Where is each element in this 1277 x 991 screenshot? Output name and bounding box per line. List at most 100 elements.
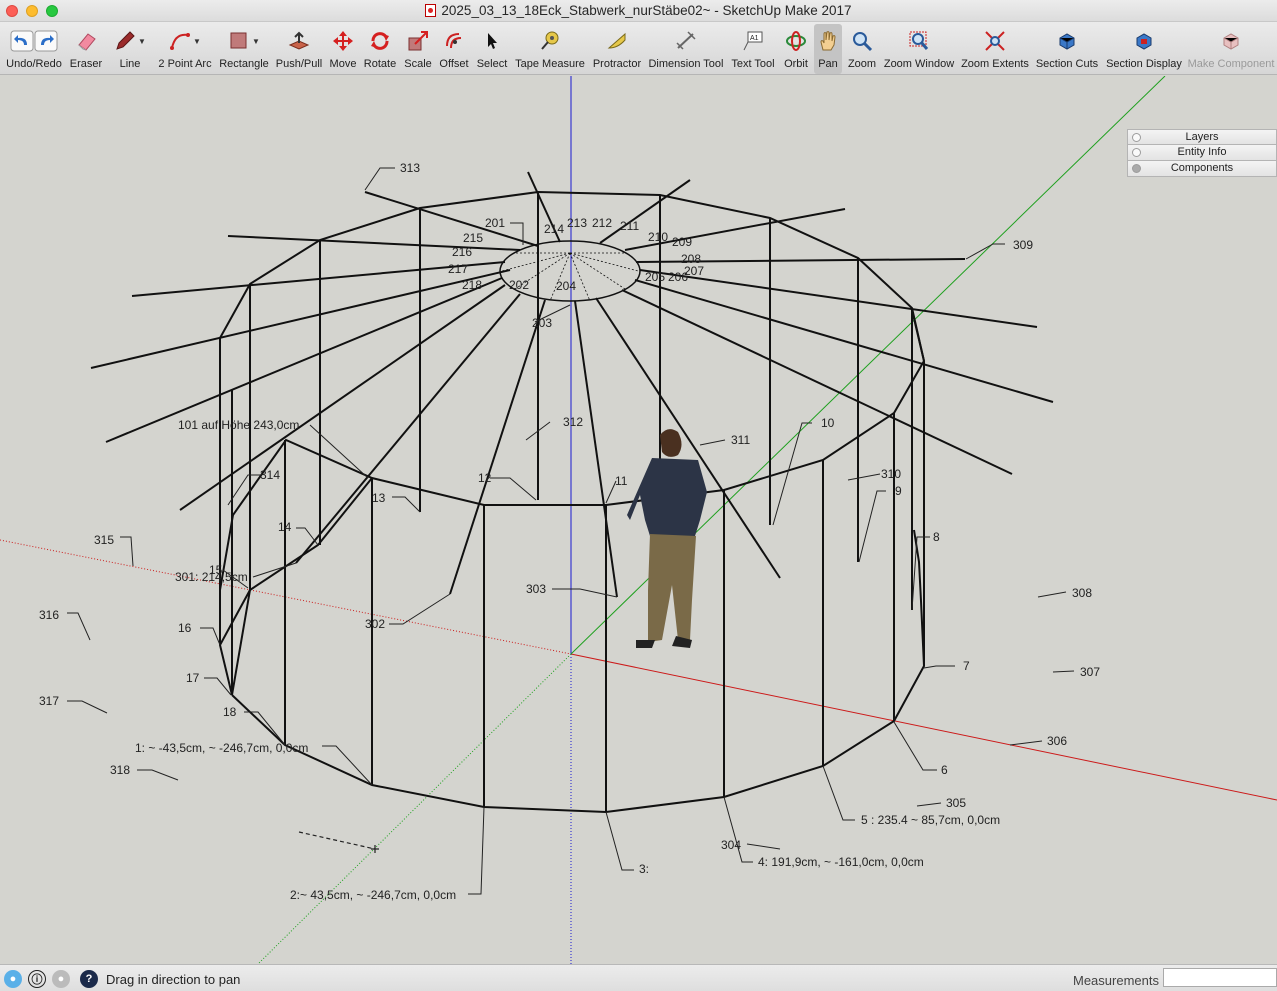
orbit-button[interactable]: Orbit	[780, 24, 812, 74]
label-18: 18	[223, 705, 237, 719]
rectangle-button[interactable]: ▼ Rectangle	[218, 24, 270, 74]
label-10: 10	[821, 416, 835, 430]
label-311: 311	[731, 433, 750, 447]
move-button[interactable]: Move	[327, 24, 359, 74]
hand-pan-icon	[820, 31, 836, 51]
label-316: 316	[39, 608, 59, 622]
label-215: 215	[463, 231, 483, 245]
label-306: 306	[1047, 734, 1067, 748]
make-component-icon	[1223, 33, 1239, 50]
tray-toggle-icon[interactable]	[1132, 133, 1141, 142]
label-101: 101 auf Höhe 243,0cm	[178, 418, 299, 432]
measurements-input[interactable]	[1163, 968, 1277, 987]
two-point-arc-button[interactable]: ▼ 2 Point Arc	[156, 24, 214, 74]
scale-figure-person[interactable]	[627, 429, 707, 648]
model-labels: 313 201 213 212 211 214 215 210 209 216 …	[39, 161, 1100, 902]
svg-text:A1: A1	[750, 35, 759, 42]
zoom-window-button[interactable]: Zoom Window	[882, 24, 956, 74]
dimension-tool-button[interactable]: Dimension Tool	[648, 24, 724, 74]
label-212: 212	[592, 216, 612, 230]
label-307: 307	[1080, 665, 1100, 679]
label-2: 2:~ 43,5cm, ~ -246,7cm, 0,0cm	[290, 888, 456, 902]
label-4: 4: 191,9cm, ~ -161,0cm, 0,0cm	[758, 855, 924, 869]
label-203: 203	[532, 316, 552, 330]
undo-redo-button[interactable]: Undo/Redo	[6, 24, 62, 74]
geo-location-icon[interactable]: ●	[4, 970, 22, 988]
label-312: 312	[563, 415, 583, 429]
eraser-icon	[78, 33, 96, 51]
label-310: 310	[881, 467, 901, 481]
label-7: 7	[963, 659, 970, 673]
tray-components[interactable]: Components	[1127, 161, 1277, 177]
text-callout-icon: A1	[743, 31, 763, 51]
label-1: 1: ~ -43,5cm, ~ -246,7cm, 0,0cm	[135, 741, 308, 755]
zoom-window-icon	[909, 31, 929, 50]
select-button[interactable]: Select	[475, 24, 509, 74]
sketchup-window: 2025_03_13_18Eck_Stabwerk_nurStäbe02~ - …	[0, 0, 1277, 991]
zoom-extents-button[interactable]: Zoom Extents	[960, 24, 1030, 74]
label-12: 12	[478, 471, 492, 485]
model-canvas[interactable]: 313 201 213 212 211 214 215 210 209 216 …	[0, 76, 1277, 964]
label-302: 302	[365, 617, 385, 631]
pan-button[interactable]: Pan	[814, 24, 842, 74]
orbit-icon	[786, 31, 806, 51]
scale-button[interactable]: Scale	[401, 24, 435, 74]
chevron-down-icon[interactable]: ▼	[138, 37, 146, 46]
zoom-extents-icon	[985, 31, 1005, 51]
tray-toggle-icon[interactable]	[1132, 164, 1141, 173]
default-tray: Layers Entity Info Components	[1127, 129, 1277, 177]
title-bar: 2025_03_13_18Eck_Stabwerk_nurStäbe02~ - …	[0, 0, 1277, 22]
zoom-button[interactable]: Zoom	[846, 24, 878, 74]
label-216: 216	[452, 245, 472, 259]
chevron-down-icon[interactable]: ▼	[193, 37, 201, 46]
label-211: 211	[620, 219, 639, 233]
eraser-button[interactable]: Eraser	[68, 24, 104, 74]
section-cuts-icon	[1059, 33, 1075, 50]
rotate-icon	[371, 32, 389, 50]
label-315: 315	[94, 533, 114, 547]
tape-measure-button[interactable]: Tape Measure	[514, 24, 586, 74]
label-205: 205	[645, 270, 665, 284]
move-icon	[333, 31, 353, 51]
label-303: 303	[526, 582, 546, 596]
arc-icon	[170, 33, 191, 50]
label-301: 301: 214,5cm	[175, 570, 248, 584]
label-14: 14	[278, 520, 292, 534]
tray-toggle-icon[interactable]	[1132, 148, 1141, 157]
protractor-button[interactable]: Protractor	[590, 24, 644, 74]
label-16: 16	[178, 621, 192, 635]
label-11: 11	[615, 474, 628, 488]
push-pull-icon	[288, 31, 310, 50]
label-213: 213	[567, 216, 587, 230]
label-308: 308	[1072, 586, 1092, 600]
chevron-down-icon[interactable]: ▼	[252, 37, 260, 46]
label-218: 218	[462, 278, 482, 292]
credits-icon[interactable]: ⓘ	[28, 970, 46, 988]
user-account-icon[interactable]: ●	[52, 970, 70, 988]
label-313: 313	[400, 161, 420, 175]
label-204: 204	[556, 279, 576, 293]
line-button[interactable]: ▼ Line	[112, 24, 148, 74]
section-display-button[interactable]: Section Display	[1104, 24, 1184, 74]
make-component-button[interactable]: Make Component	[1188, 24, 1274, 74]
label-317: 317	[39, 694, 59, 708]
label-305: 305	[946, 796, 966, 810]
tray-layers[interactable]: Layers	[1127, 129, 1277, 145]
rotate-button[interactable]: Rotate	[362, 24, 398, 74]
tray-entity-info[interactable]: Entity Info	[1127, 145, 1277, 161]
red-axis	[570, 653, 1277, 801]
text-tool-button[interactable]: A1 Text Tool	[730, 24, 776, 74]
model-viewport[interactable]: 313 201 213 212 211 214 215 210 209 216 …	[0, 76, 1277, 964]
cursor-crosshair-icon	[371, 845, 379, 853]
section-cuts-button[interactable]: Section Cuts	[1034, 24, 1100, 74]
undo-redo-icon	[10, 30, 58, 52]
offset-icon	[446, 33, 462, 49]
arrow-cursor-icon	[488, 33, 497, 49]
label-202: 202	[509, 278, 529, 292]
pencil-icon	[116, 31, 135, 50]
push-pull-button[interactable]: Push/Pull	[276, 24, 322, 74]
offset-button[interactable]: Offset	[436, 24, 472, 74]
instructor-help-icon[interactable]: ?	[80, 970, 98, 988]
document-icon	[425, 4, 437, 17]
label-318: 318	[110, 763, 130, 777]
